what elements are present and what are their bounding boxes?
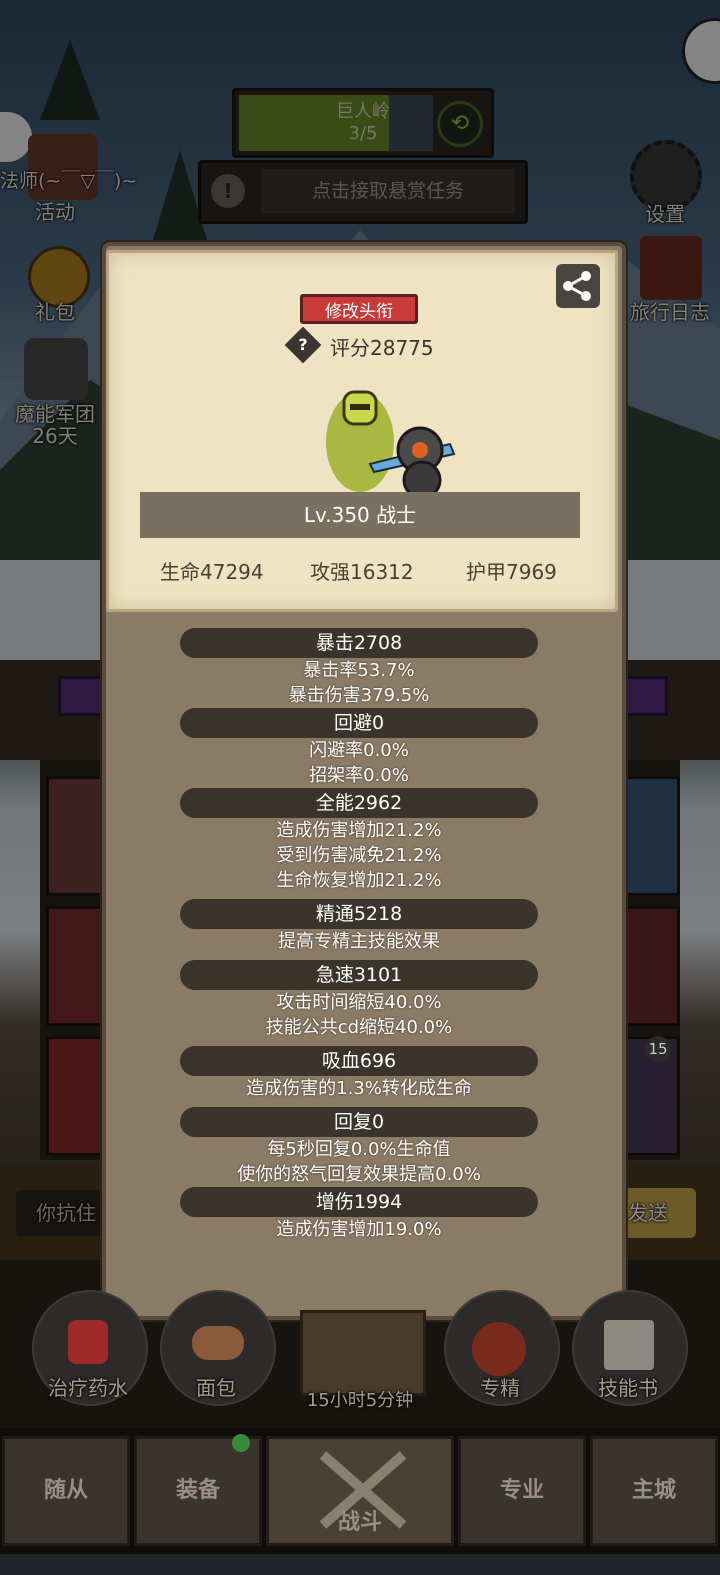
edit-title-button[interactable]: 修改头衔 [300,294,418,324]
character-level-class: Lv.350 战士 [303,503,417,527]
notification-dot-icon [232,1434,250,1452]
stat-line: 受到伤害减免21.2% [276,845,442,866]
stat-header-haste: 急速3101 [180,960,538,990]
stat-line: 闪避率0.0% [309,740,409,761]
stat-line: 造成伤害的1.3%转化成生命 [246,1078,472,1099]
tab-followers[interactable]: 随从 [2,1436,130,1546]
armor-stat: 护甲7969 [466,560,557,584]
secondary-stats-list: 暴击2708 暴击率53.7% 暴击伤害379.5% 回避0 闪避率0.0% 招… [106,628,612,1242]
potion-label: 治疗药水 [48,1376,128,1400]
stat-header-leech: 吸血696 [180,1046,538,1076]
tab-main-city[interactable]: 主城 [590,1436,718,1546]
stat-header-crit: 暴击2708 [180,628,538,658]
stat-line: 生命恢复增加21.2% [276,870,442,891]
tab-equipment[interactable]: 装备 [134,1436,262,1546]
count-badge: 15 [645,1036,671,1062]
specialization-icon [472,1322,526,1376]
skill-book-icon [604,1320,654,1370]
stat-line: 攻击时间缩短40.0% [276,992,442,1013]
specialization-label: 专精 [480,1376,520,1400]
bread-icon [192,1326,244,1360]
stat-line: 暴击率53.7% [303,660,415,681]
stat-header-regen: 回复0 [180,1107,538,1137]
stat-line: 每5秒回复0.0%生命值 [267,1139,451,1160]
treasure-chest-icon[interactable] [300,1310,426,1396]
stat-line: 技能公共cd缩短40.0% [265,1017,453,1038]
stat-line: 造成伤害增加21.2% [276,820,442,841]
stat-header-damage-bonus: 增伤1994 [180,1187,538,1217]
warrior-character-icon [326,390,456,500]
skill-book-label: 技能书 [598,1376,658,1400]
stat-line: 招架率0.0% [309,765,409,786]
character-name-bar: Lv.350 战士 [140,492,580,538]
share-button[interactable] [556,264,600,308]
stat-line: 暴击伤害379.5% [288,685,430,706]
stat-header-mastery: 精通5218 [180,899,538,929]
score-text: 评分28775 [330,336,434,360]
stat-line: 使你的怒气回复效果提高0.0% [237,1164,481,1185]
stat-line: 造成伤害增加19.0% [276,1219,442,1240]
stat-header-versatility: 全能2962 [180,788,538,818]
potion-icon [68,1320,108,1364]
stat-header-avoidance: 回避0 [180,708,538,738]
bread-label: 面包 [196,1376,236,1400]
tab-battle[interactable]: 战斗 [266,1436,454,1546]
share-icon [563,271,591,301]
tab-profession[interactable]: 专业 [458,1436,586,1546]
attack-stat: 攻强16312 [310,560,414,584]
hp-stat: 生命47294 [160,560,264,584]
stat-line: 提高专精主技能效果 [278,931,440,952]
chest-timer: 15小时5分钟 [306,1390,414,1411]
